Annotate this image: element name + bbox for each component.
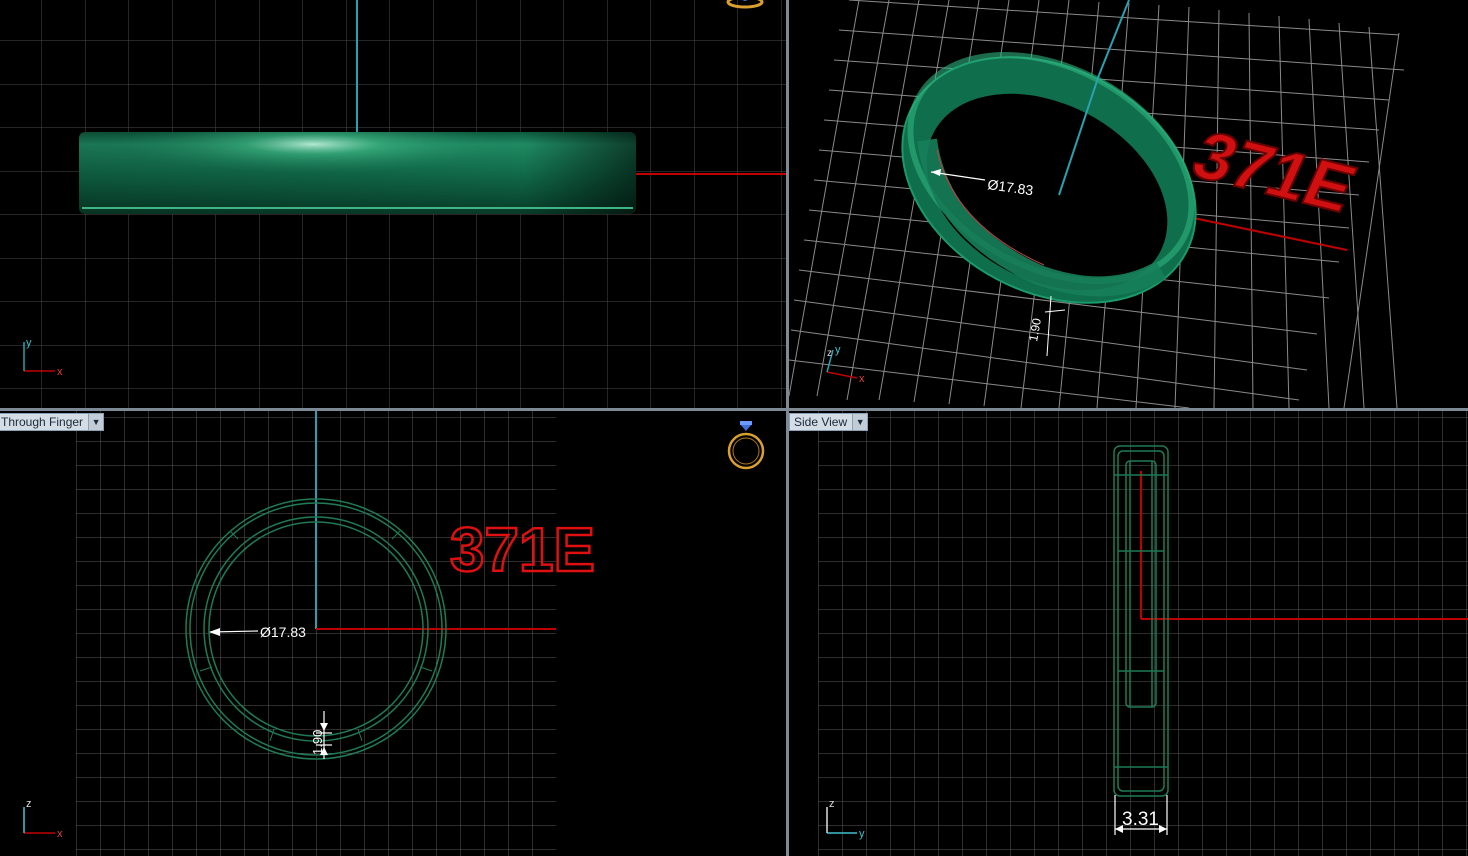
ring-icon[interactable] — [727, 421, 765, 470]
dropdown-arrow-icon[interactable]: ▼ — [88, 414, 104, 430]
ring-band-front[interactable] — [79, 132, 636, 214]
thickness-label: 1.90 — [310, 730, 325, 755]
engraving-text: 371E — [1182, 117, 1368, 226]
engraving-text: 371E — [450, 516, 595, 585]
viewport-side[interactable]: 3.31 y z Side View ▼ — [789, 411, 1468, 856]
axis-y-label: y — [26, 337, 32, 349]
viewport-front[interactable]: x y — [0, 0, 786, 408]
thickness-label: 1.90 — [1026, 317, 1044, 343]
width-label: 3.31 — [1122, 809, 1159, 830]
axis-y-label: y — [859, 828, 865, 840]
viewport-perspective-canvas: Ø17.83 1.90 371E x y z — [789, 0, 1405, 408]
axis-x-label: x — [57, 828, 63, 840]
axis-indicator — [23, 807, 55, 834]
viewport-through-finger-canvas: Ø17.83 1.90 371E x z — [23, 411, 765, 856]
diameter-label: Ø17.83 — [260, 624, 306, 640]
viewport-through-finger[interactable]: Ø17.83 1.90 371E x z Through Finger ▼ — [0, 411, 786, 856]
viewport-mode-dropdown[interactable]: Through Finger ▼ — [0, 413, 105, 431]
ring-3d[interactable] — [860, 8, 1239, 351]
viewport-mode-label: Through Finger — [1, 415, 84, 429]
axis-z-label: z — [827, 348, 832, 359]
axis-z-label: z — [26, 798, 32, 810]
axis-x-label: x — [57, 366, 63, 378]
axis-x-label: x — [859, 373, 865, 385]
axis-y-label: y — [835, 344, 841, 356]
viewport-front-canvas: x y — [0, 0, 786, 408]
viewport-mode-label: Side View — [794, 415, 848, 429]
dropdown-arrow-icon[interactable]: ▼ — [852, 414, 868, 430]
viewport-side-canvas: 3.31 y z — [818, 411, 1468, 856]
grid — [818, 411, 1468, 856]
viewport-divider-vertical[interactable] — [786, 0, 789, 856]
thickness-dimension — [1044, 295, 1066, 357]
axis-z-label: z — [829, 798, 835, 810]
viewport-mode-dropdown[interactable]: Side View ▼ — [789, 413, 869, 431]
viewport-divider-horizontal[interactable] — [0, 408, 1468, 411]
viewport-perspective[interactable]: Ø17.83 1.90 371E x y z — [789, 0, 1468, 408]
